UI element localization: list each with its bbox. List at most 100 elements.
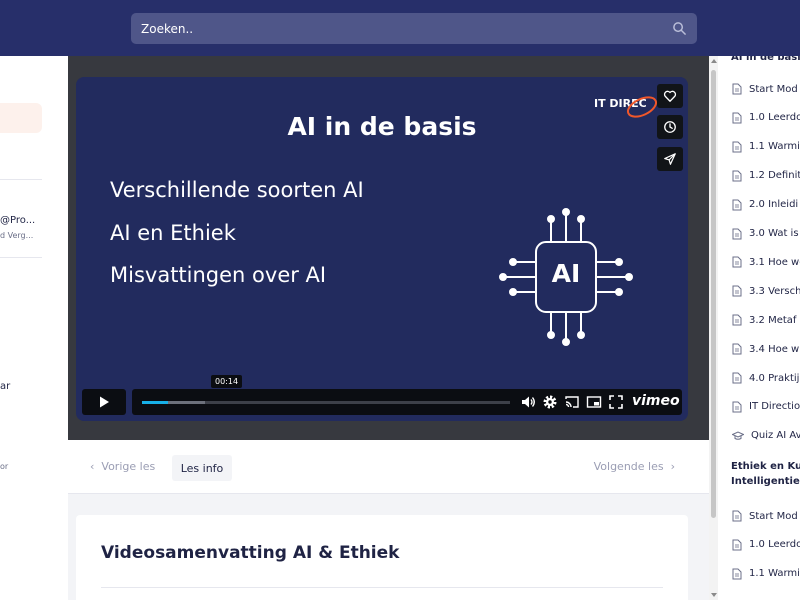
slide-bullet: AI en Ethiek xyxy=(110,221,236,245)
video-player[interactable]: AI in de basis Verschillende soorten AI … xyxy=(76,77,688,421)
lesson-item-label: 3.0 Wat is xyxy=(749,228,799,239)
document-icon xyxy=(732,170,742,182)
next-lesson-link[interactable]: Volgende les › xyxy=(594,460,675,473)
lesson-info-tab[interactable]: Les info xyxy=(172,455,232,481)
play-icon xyxy=(100,396,109,408)
section-title-line: Ethiek en Kun xyxy=(731,461,800,472)
like-button[interactable] xyxy=(657,84,683,108)
active-nav-highlight[interactable] xyxy=(0,103,42,133)
settings-gear-icon[interactable] xyxy=(542,394,558,410)
document-icon xyxy=(732,343,742,355)
ai-chip-graphic: AI xyxy=(491,207,641,347)
vimeo-logo[interactable]: vimeo xyxy=(632,393,680,409)
video-area: AI in de basis Verschillende soorten AI … xyxy=(68,56,709,440)
page-scrollbar[interactable] xyxy=(709,56,718,600)
cast-icon[interactable] xyxy=(564,394,580,410)
fullscreen-icon[interactable] xyxy=(608,394,624,410)
lesson-item-label: 1.2 Definit xyxy=(749,170,800,182)
played-bar xyxy=(142,401,168,404)
lesson-item-label: 3.4 Hoe w xyxy=(749,343,800,355)
scrollbar-thumb[interactable] xyxy=(711,70,716,518)
section-title[interactable]: Ethiek en Kun Intelligentie xyxy=(731,459,800,489)
document-icon xyxy=(732,539,742,551)
lesson-item-label: Quiz AI Av xyxy=(751,430,800,442)
left-nav-item[interactable]: or xyxy=(0,462,8,471)
scroll-down-arrow-icon[interactable] xyxy=(711,593,717,597)
search-box[interactable] xyxy=(131,13,697,44)
volume-icon[interactable] xyxy=(520,394,536,410)
brand-logo: IT DIREC xyxy=(594,92,660,122)
document-icon xyxy=(732,510,742,522)
lesson-item[interactable]: 3.2 Metaf xyxy=(732,312,800,328)
picture-in-picture-icon[interactable] xyxy=(586,394,602,410)
document-icon xyxy=(732,141,742,153)
previous-lesson-label: Vorige les xyxy=(101,460,156,473)
left-nav-item[interactable]: ar xyxy=(0,381,10,392)
lesson-item-label: 3.1 Hoe we xyxy=(749,256,800,268)
lesson-item[interactable]: 1.1 Warmin xyxy=(732,139,800,155)
section-title-line: Intelligentie xyxy=(731,476,800,487)
search-icon[interactable] xyxy=(672,21,687,36)
course-outline: AI in de basis Ethiek en Kun Intelligent… xyxy=(718,56,800,600)
next-lesson-label: Volgende les xyxy=(593,460,664,473)
scroll-up-arrow-icon[interactable] xyxy=(711,59,717,63)
left-sidebar: @Pro... d Verg... ar or xyxy=(0,56,68,600)
document-icon xyxy=(732,285,742,297)
play-button[interactable] xyxy=(82,389,126,415)
previous-lesson-link[interactable]: ‹ Vorige les xyxy=(90,460,155,473)
lesson-item-label: 1.0 Leerdo xyxy=(749,112,800,124)
document-icon xyxy=(732,199,742,211)
lesson-item-label: 2.0 Inleidi xyxy=(749,199,799,211)
user-subtitle: d Verg... xyxy=(0,231,34,240)
slide-bullet: Verschillende soorten AI xyxy=(110,178,364,202)
lesson-item[interactable]: 4.0 Praktij xyxy=(732,370,800,386)
watch-later-button[interactable] xyxy=(657,115,683,139)
top-bar xyxy=(0,0,800,56)
lesson-item[interactable]: Quiz AI Av xyxy=(732,428,800,444)
section-title[interactable]: AI in de basis xyxy=(731,56,800,65)
summary-card: Videosamenvatting AI & Ethiek xyxy=(76,515,688,600)
lesson-item-label: 1.1 Warmin xyxy=(749,141,800,153)
lesson-item[interactable]: Start Mod xyxy=(732,81,800,97)
lesson-item-label: 3.3 Versch xyxy=(749,285,800,297)
chevron-left-icon: ‹ xyxy=(90,460,102,473)
lesson-item-label: Start Mod xyxy=(749,83,798,95)
lesson-item[interactable]: 1.1 Warmin xyxy=(732,566,800,582)
share-button[interactable] xyxy=(657,147,683,171)
graduation-cap-icon xyxy=(732,431,744,440)
lesson-item[interactable]: Start Mod xyxy=(732,508,800,524)
summary-title: Videosamenvatting AI & Ethiek xyxy=(101,543,400,563)
lesson-item-label: 1.0 Leerdo xyxy=(749,539,800,551)
control-bar: 00:14 vimeo xyxy=(132,375,682,415)
lesson-item[interactable]: 3.1 Hoe we xyxy=(732,254,800,270)
document-icon xyxy=(732,401,742,413)
divider xyxy=(0,179,42,180)
lesson-item-label: IT Directio xyxy=(749,401,800,413)
lesson-item[interactable]: 2.0 Inleidi xyxy=(732,197,800,213)
document-icon xyxy=(732,314,742,326)
lesson-item[interactable]: 1.0 Leerdo xyxy=(732,110,800,126)
chip-label: AI xyxy=(551,259,581,288)
lesson-item-label: 3.2 Metaf xyxy=(749,314,797,326)
lesson-item[interactable]: 3.4 Hoe w xyxy=(732,341,800,357)
lesson-item-label: 4.0 Praktij xyxy=(749,372,800,384)
clock-icon xyxy=(664,121,676,133)
player-controls: 00:14 vimeo xyxy=(82,375,682,415)
lesson-item[interactable]: 1.0 Leerdo xyxy=(732,537,800,553)
brand-swoosh-icon xyxy=(626,96,658,118)
main-content: AI in de basis Verschillende soorten AI … xyxy=(68,56,709,600)
document-icon xyxy=(732,83,742,95)
heart-icon xyxy=(663,90,677,102)
document-icon xyxy=(732,256,742,268)
lesson-navigation: ‹ Vorige les Les info Volgende les › xyxy=(68,440,709,494)
lesson-item[interactable]: 1.2 Definit xyxy=(732,168,800,184)
lesson-item-label: 1.1 Warmin xyxy=(749,568,800,580)
document-icon xyxy=(732,568,742,580)
progress-track[interactable] xyxy=(142,401,510,404)
time-tooltip: 00:14 xyxy=(211,375,243,388)
lesson-item[interactable]: IT Directio xyxy=(732,399,800,415)
lesson-item-label: Start Mod xyxy=(749,510,798,522)
lesson-item[interactable]: 3.3 Versch xyxy=(732,283,800,299)
lesson-item[interactable]: 3.0 Wat is xyxy=(732,226,800,242)
search-input[interactable] xyxy=(131,13,661,44)
